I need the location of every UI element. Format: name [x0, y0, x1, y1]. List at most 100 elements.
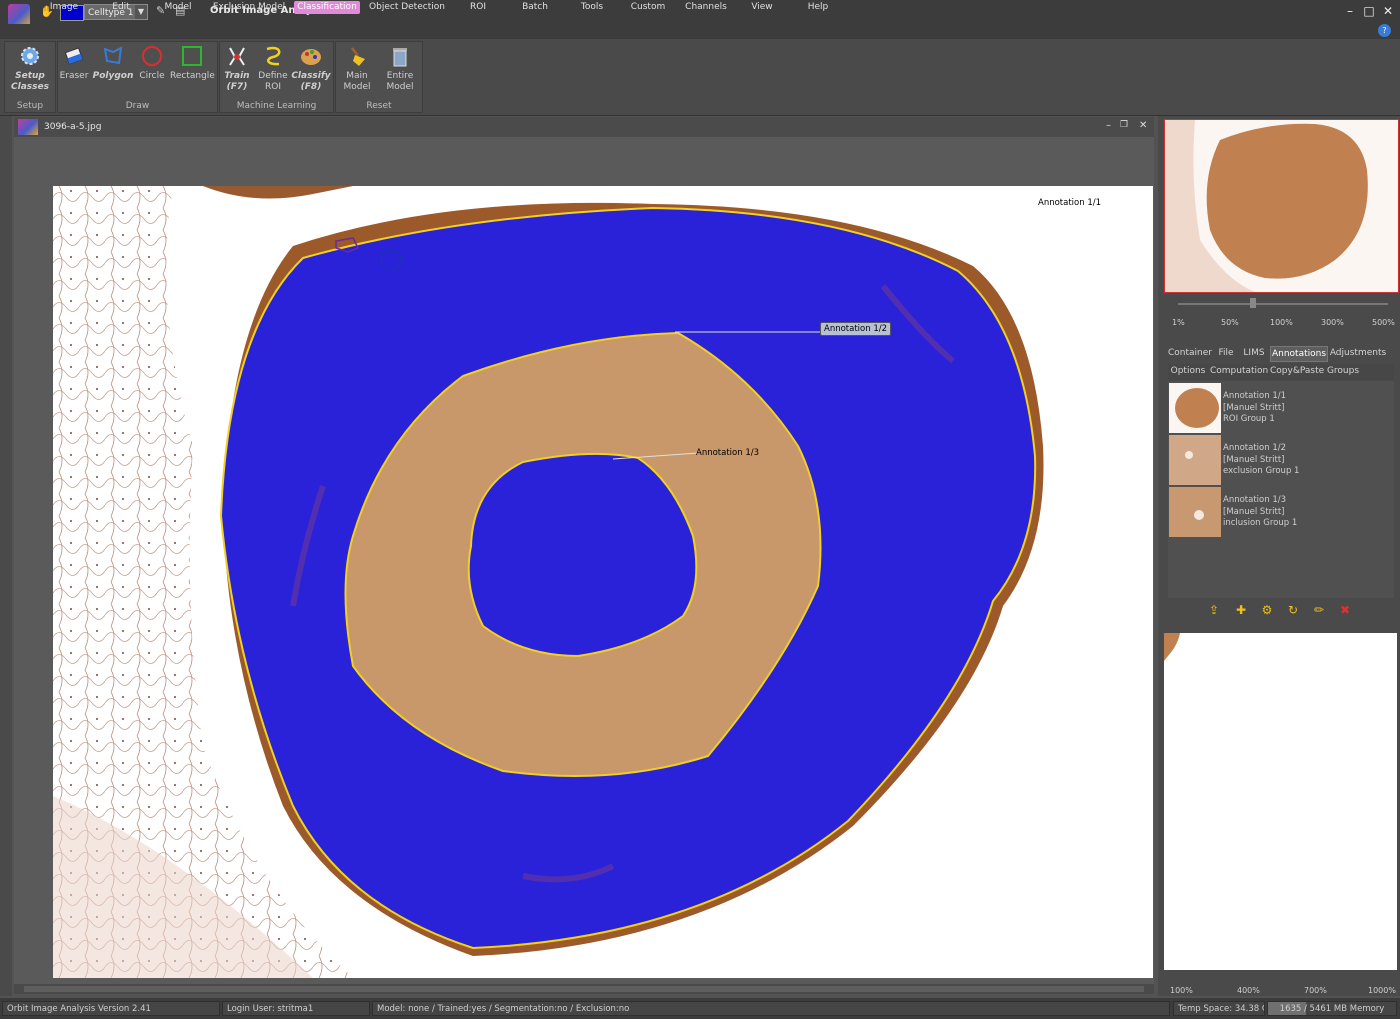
- memory-label: 1635 / 5461 MB Memory: [1279, 1004, 1385, 1014]
- ribbon-group-label: Machine Learning: [236, 101, 317, 111]
- status-temp-space: Temp Space: 34.38 GB: [1173, 1001, 1265, 1016]
- subtab-groups[interactable]: Groups: [1326, 364, 1360, 378]
- annotation-toolbar: [1168, 599, 1394, 623]
- polygon-button[interactable]: Polygon: [91, 42, 135, 96]
- tab-file[interactable]: File: [1214, 346, 1238, 360]
- define-roi-label-2: ROI: [265, 82, 281, 92]
- doc-restore-icon[interactable]: ❐: [1120, 120, 1128, 130]
- rectangle-button[interactable]: Rectangle: [170, 42, 215, 96]
- rectangle-icon: [182, 46, 202, 66]
- tab-adjustments[interactable]: Adjustments: [1328, 346, 1388, 360]
- overview-canvas[interactable]: [1165, 120, 1398, 292]
- annotation-user: [Manuel Stritt]: [1223, 402, 1285, 413]
- tab-lims[interactable]: LIMS: [1240, 346, 1268, 360]
- polygon-label: Polygon: [92, 71, 134, 81]
- add-annotation-icon[interactable]: ✚: [1232, 601, 1250, 619]
- zoom2-label: 400%: [1237, 986, 1260, 995]
- annotation-details: Annotation 1/3 [Manuel Stritt] inclusion G…: [1223, 495, 1297, 530]
- annotation-label-1: Annotation 1/1: [1038, 198, 1101, 208]
- zoom-slider-track[interactable]: [1178, 303, 1388, 305]
- setup-classes-button[interactable]: Setup Classes: [8, 42, 52, 96]
- zoom2-label: 100%: [1170, 986, 1193, 995]
- subtab-copy-paste[interactable]: Copy&Paste: [1270, 364, 1324, 378]
- reset-entire-model-button[interactable]: Entire Model: [378, 42, 422, 96]
- image-viewer[interactable]: Annotation 1/1 Annotation 1/2 Annotation…: [53, 186, 1153, 978]
- document-titlebar: [14, 117, 1154, 137]
- annotation-thumbnail: [1169, 435, 1221, 485]
- eraser-button[interactable]: Eraser: [52, 42, 96, 96]
- annotation-thumbnail: [1169, 383, 1221, 433]
- menu-object-detection[interactable]: Object Detection: [368, 1, 446, 14]
- maximize-icon[interactable]: □: [1361, 3, 1377, 19]
- menu-image[interactable]: Image: [44, 1, 84, 14]
- import-annotation-icon[interactable]: ⇪: [1205, 601, 1223, 619]
- menu-classification[interactable]: Classification: [294, 1, 360, 14]
- subtab-computation[interactable]: Computation: [1210, 364, 1268, 378]
- menu-bar: [0, 24, 1400, 39]
- classify-label-1: Classify: [291, 71, 331, 81]
- list-item[interactable]: Annotation 1/1 [Manuel Stritt] ROI Group 1: [1169, 383, 1394, 433]
- overview-image[interactable]: [1164, 119, 1399, 293]
- broom-icon: [351, 47, 365, 66]
- train-label-1: Train: [224, 71, 250, 81]
- menu-roi[interactable]: ROI: [462, 1, 494, 14]
- rectangle-label: Rectangle: [170, 71, 215, 81]
- doc-close-icon[interactable]: ✕: [1139, 120, 1147, 131]
- menu-channels[interactable]: Channels: [684, 1, 728, 14]
- eraser-icon: [64, 47, 84, 65]
- annotation-details: Annotation 1/2 [Manuel Stritt] exclusion G…: [1223, 443, 1299, 478]
- classify-button[interactable]: Classify (F8): [289, 42, 333, 96]
- entire-model-label-2: Model: [386, 82, 414, 92]
- annotation-user: [Manuel Stritt]: [1223, 506, 1285, 517]
- classify-label-2: (F8): [300, 82, 322, 92]
- menu-help[interactable]: Help: [802, 1, 834, 14]
- tab-annotations[interactable]: Annotations: [1270, 346, 1328, 362]
- list-item[interactable]: Annotation 1/2 [Manuel Stritt] exclusion G…: [1169, 435, 1394, 485]
- menu-tools[interactable]: Tools: [574, 1, 610, 14]
- minimize-icon[interactable]: –: [1342, 3, 1358, 19]
- app-logo-icon[interactable]: [8, 4, 30, 26]
- reset-main-model-button[interactable]: Main Model: [335, 42, 379, 96]
- roi-lasso-icon: [266, 46, 281, 66]
- edit-annotation-icon[interactable]: ✏: [1310, 601, 1328, 619]
- zoom2-label: 700%: [1304, 986, 1327, 995]
- annotation-group: inclusion Group 1: [1223, 518, 1298, 528]
- help-icon[interactable]: ?: [1378, 24, 1391, 37]
- zoom-slider-handle[interactable]: [1250, 298, 1256, 308]
- main-model-label-1: Main: [346, 71, 368, 81]
- zoom-label: 100%: [1270, 318, 1293, 327]
- menu-batch[interactable]: Batch: [516, 1, 554, 14]
- close-icon[interactable]: ✕: [1380, 3, 1396, 19]
- left-collapse-strip[interactable]: [0, 116, 12, 996]
- refresh-annotation-icon[interactable]: ↻: [1284, 601, 1302, 619]
- document-thumbnail-icon: [18, 119, 38, 135]
- delete-annotation-icon[interactable]: ✖: [1336, 601, 1354, 619]
- zoom2-label: 1000%: [1368, 986, 1396, 995]
- menu-edit[interactable]: Edit: [104, 1, 138, 14]
- detail-view[interactable]: [1164, 633, 1397, 970]
- ribbon-group-label: Draw: [125, 101, 150, 111]
- menu-view[interactable]: View: [746, 1, 778, 14]
- link-annotation-icon[interactable]: ⚙: [1258, 601, 1276, 619]
- horizontal-scrollbar[interactable]: [14, 984, 1154, 994]
- scrollbar-thumb[interactable]: [24, 986, 1144, 992]
- menu-model[interactable]: Model: [158, 1, 198, 14]
- tab-container[interactable]: Container: [1168, 346, 1212, 360]
- menu-exclusion-model[interactable]: Exclusion Model: [212, 1, 286, 14]
- annotation-name: Annotation 1/2: [1223, 443, 1286, 453]
- polygon-icon: [103, 46, 123, 65]
- train-icon: [229, 47, 245, 66]
- annotation-name: Annotation 1/1: [1223, 391, 1286, 401]
- define-roi-label-1: Define: [258, 71, 288, 81]
- circle-icon: [142, 46, 162, 66]
- circle-button[interactable]: Circle: [130, 42, 174, 96]
- list-item[interactable]: Annotation 1/3 [Manuel Stritt] inclusion G…: [1169, 487, 1394, 537]
- annotation-inclusion-region[interactable]: [467, 452, 698, 658]
- gear-icon: [21, 47, 39, 65]
- annotation-name: Annotation 1/3: [1223, 495, 1286, 505]
- doc-minimize-icon[interactable]: –: [1106, 120, 1111, 131]
- annotation-user: [Manuel Stritt]: [1223, 454, 1285, 465]
- image-canvas[interactable]: [53, 186, 1153, 978]
- menu-custom[interactable]: Custom: [628, 1, 668, 14]
- subtab-options[interactable]: Options: [1170, 364, 1206, 378]
